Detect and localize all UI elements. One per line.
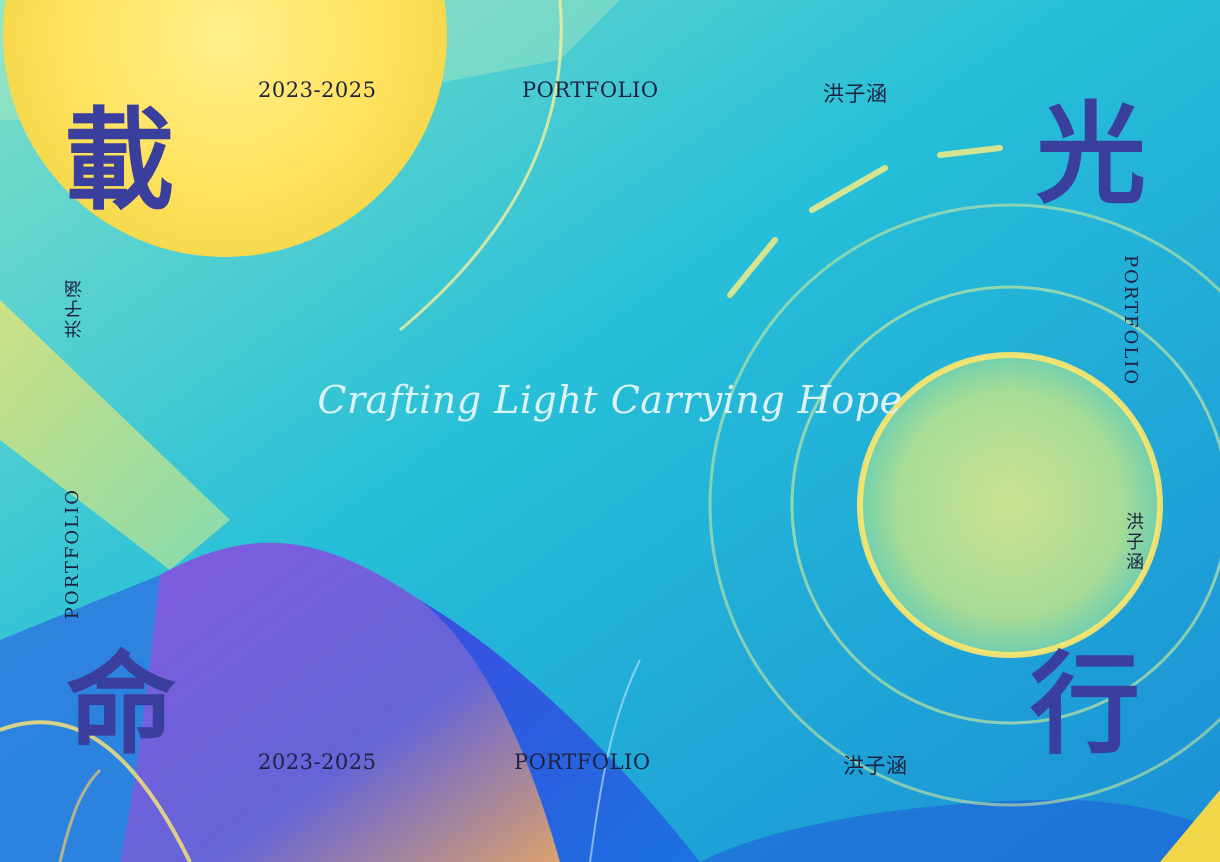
char-bottom-right: 行 [1030, 640, 1140, 769]
footer-years: 2023-2025 [258, 750, 377, 774]
header-years: 2023-2025 [258, 78, 377, 102]
right-author: 洪子涵 [1123, 512, 1144, 572]
portfolio-cover: 2023-2025 PORTFOLIO 洪子涵 2023-2025 PORTFO… [0, 0, 1220, 862]
char-top-left: 載 [64, 96, 174, 225]
header-portfolio: PORTFOLIO [522, 78, 659, 102]
footer-author: 洪子涵 [843, 754, 908, 778]
header-author: 洪子涵 [823, 82, 888, 106]
right-portfolio: PORTFOLIO [1120, 255, 1141, 387]
tagline: Crafting Light Carrying Hope [317, 378, 903, 422]
char-top-right: 光 [1036, 90, 1146, 219]
footer-portfolio: PORTFOLIO [514, 750, 651, 774]
left-portfolio: PORTFOLIO [62, 488, 83, 620]
char-bottom-left: 命 [66, 640, 176, 769]
left-author: 洪子涵 [64, 278, 85, 338]
